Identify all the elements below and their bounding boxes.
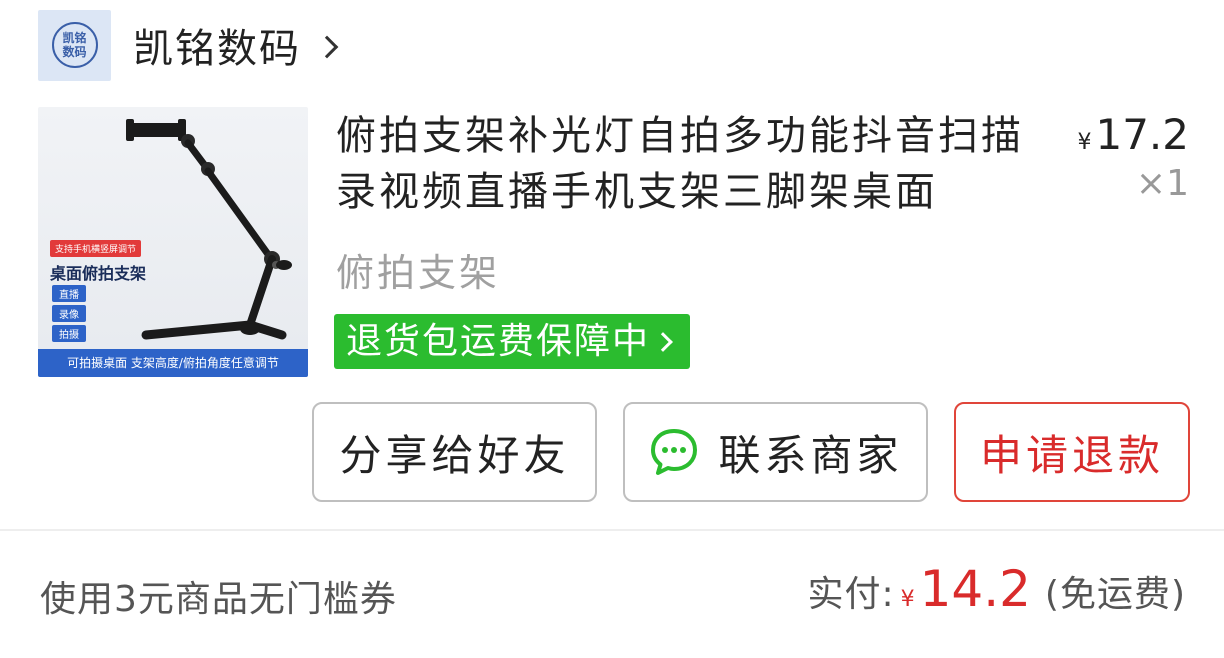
price-value: 17.2: [1095, 110, 1189, 159]
shipping-guarantee-badge[interactable]: 退货包运费保障中: [334, 314, 691, 369]
request-refund-label: 申请退款: [979, 430, 1164, 480]
shipping-note: (免运费): [1044, 574, 1186, 615]
paid-label: 实付:: [807, 574, 895, 615]
price-currency: ¥: [1077, 130, 1092, 155]
chevron-right-icon: [653, 331, 673, 352]
image-tag: 支持手机横竖屏调节: [50, 240, 142, 257]
coupon-info: 使用3元商品无门槛券: [40, 579, 397, 620]
shop-logo-ring: 凯铭 数码: [51, 22, 98, 68]
divider: [0, 529, 1224, 531]
shop-name[interactable]: 凯铭数码: [133, 16, 301, 74]
product-price: ¥17.2: [1077, 110, 1189, 159]
contact-seller-button[interactable]: 联系商家: [623, 402, 928, 502]
chat-bubble-icon: [651, 429, 698, 475]
share-button-label: 分享给好友: [339, 430, 570, 480]
chevron-right-icon: [315, 35, 339, 59]
product-title[interactable]: 俯拍支架补光灯自拍多功能抖音扫描录视频直播手机支架三脚架桌面: [336, 108, 1036, 220]
product-image[interactable]: 支持手机横竖屏调节 桌面俯拍支架 直播 录像 拍摄 可拍摄桌面 支架高度/俯拍角…: [38, 107, 308, 377]
contact-seller-label: 联系商家: [718, 430, 903, 480]
paid-currency: ¥: [900, 587, 916, 612]
image-badge: 拍摄: [52, 325, 86, 342]
share-button[interactable]: 分享给好友: [312, 402, 597, 502]
shop-header[interactable]: 凯铭 数码 凯铭数码: [38, 9, 339, 81]
price-block: ¥17.2 ×1: [1077, 110, 1189, 204]
paid-amount: 14.2: [919, 560, 1031, 618]
image-title: 桌面俯拍支架: [50, 264, 147, 283]
shop-logo-text-2: 数码: [62, 45, 87, 59]
image-caption: 可拍摄桌面 支架高度/俯拍角度任意调节: [38, 349, 308, 377]
image-badge: 录像: [52, 305, 86, 322]
product-quantity: ×1: [1135, 163, 1189, 204]
request-refund-button[interactable]: 申请退款: [954, 402, 1190, 502]
shop-logo: 凯铭 数码: [38, 9, 111, 81]
payment-summary: 实付: ¥ 14.2 (免运费): [807, 560, 1186, 618]
shop-logo-text-1: 凯铭: [62, 31, 87, 45]
product-spec: 俯拍支架: [336, 251, 501, 295]
guarantee-label: 退货包运费保障中: [346, 321, 651, 362]
image-badge: 直播: [52, 285, 86, 302]
image-badges: 直播 录像 拍摄: [52, 285, 86, 342]
